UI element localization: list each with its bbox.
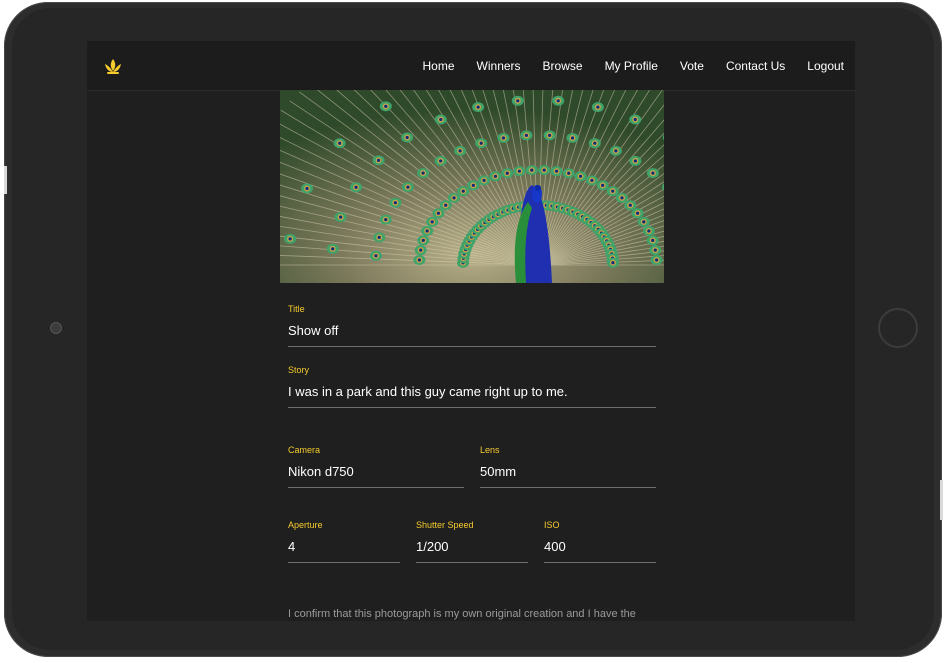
aperture-label: Aperture	[288, 520, 323, 530]
story-input[interactable]: I was in a park and this guy came right …	[288, 384, 656, 408]
app-screen: Home Winners Browse My Profile Vote Cont…	[87, 41, 855, 621]
shutter-speed-label: Shutter Speed	[416, 520, 474, 530]
camera-label: Camera	[288, 445, 321, 455]
nav-contact-us[interactable]: Contact Us	[715, 59, 796, 73]
iso-input[interactable]: 400	[544, 539, 656, 563]
nav-winners[interactable]: Winners	[466, 59, 532, 73]
lens-input[interactable]: 50mm	[480, 464, 656, 488]
story-field[interactable]: Story I was in a park and this guy came …	[288, 365, 656, 408]
story-label: Story	[288, 365, 310, 375]
nav-home[interactable]: Home	[412, 59, 466, 73]
lotus-logo-icon[interactable]	[103, 57, 123, 75]
nav-links: Home Winners Browse My Profile Vote Cont…	[412, 41, 844, 90]
side-button	[940, 480, 943, 520]
lens-label: Lens	[480, 445, 500, 455]
camera-field[interactable]: Camera Nikon d750	[288, 445, 464, 488]
iso-label: ISO	[544, 520, 560, 530]
aperture-input[interactable]: 4	[288, 539, 400, 563]
nav-my-profile[interactable]: My Profile	[594, 59, 669, 73]
lens-field[interactable]: Lens 50mm	[480, 445, 656, 488]
aperture-field[interactable]: Aperture 4	[288, 520, 400, 563]
side-button	[4, 166, 7, 194]
title-field[interactable]: Title Show off	[288, 304, 656, 347]
confirm-statement: I confirm that this photograph is my own…	[288, 608, 636, 620]
iso-field[interactable]: ISO 400	[544, 520, 656, 563]
home-button[interactable]	[878, 308, 918, 348]
front-camera-icon	[50, 322, 62, 334]
shutter-speed-field[interactable]: Shutter Speed 1/200	[416, 520, 528, 563]
top-navbar: Home Winners Browse My Profile Vote Cont…	[87, 41, 855, 91]
shutter-speed-input[interactable]: 1/200	[416, 539, 528, 563]
camera-input[interactable]: Nikon d750	[288, 464, 464, 488]
nav-logout[interactable]: Logout	[796, 59, 844, 73]
nav-vote[interactable]: Vote	[669, 59, 715, 73]
title-input[interactable]: Show off	[288, 323, 656, 347]
title-label: Title	[288, 304, 305, 314]
nav-browse[interactable]: Browse	[532, 59, 594, 73]
peacock-photo	[280, 90, 664, 283]
